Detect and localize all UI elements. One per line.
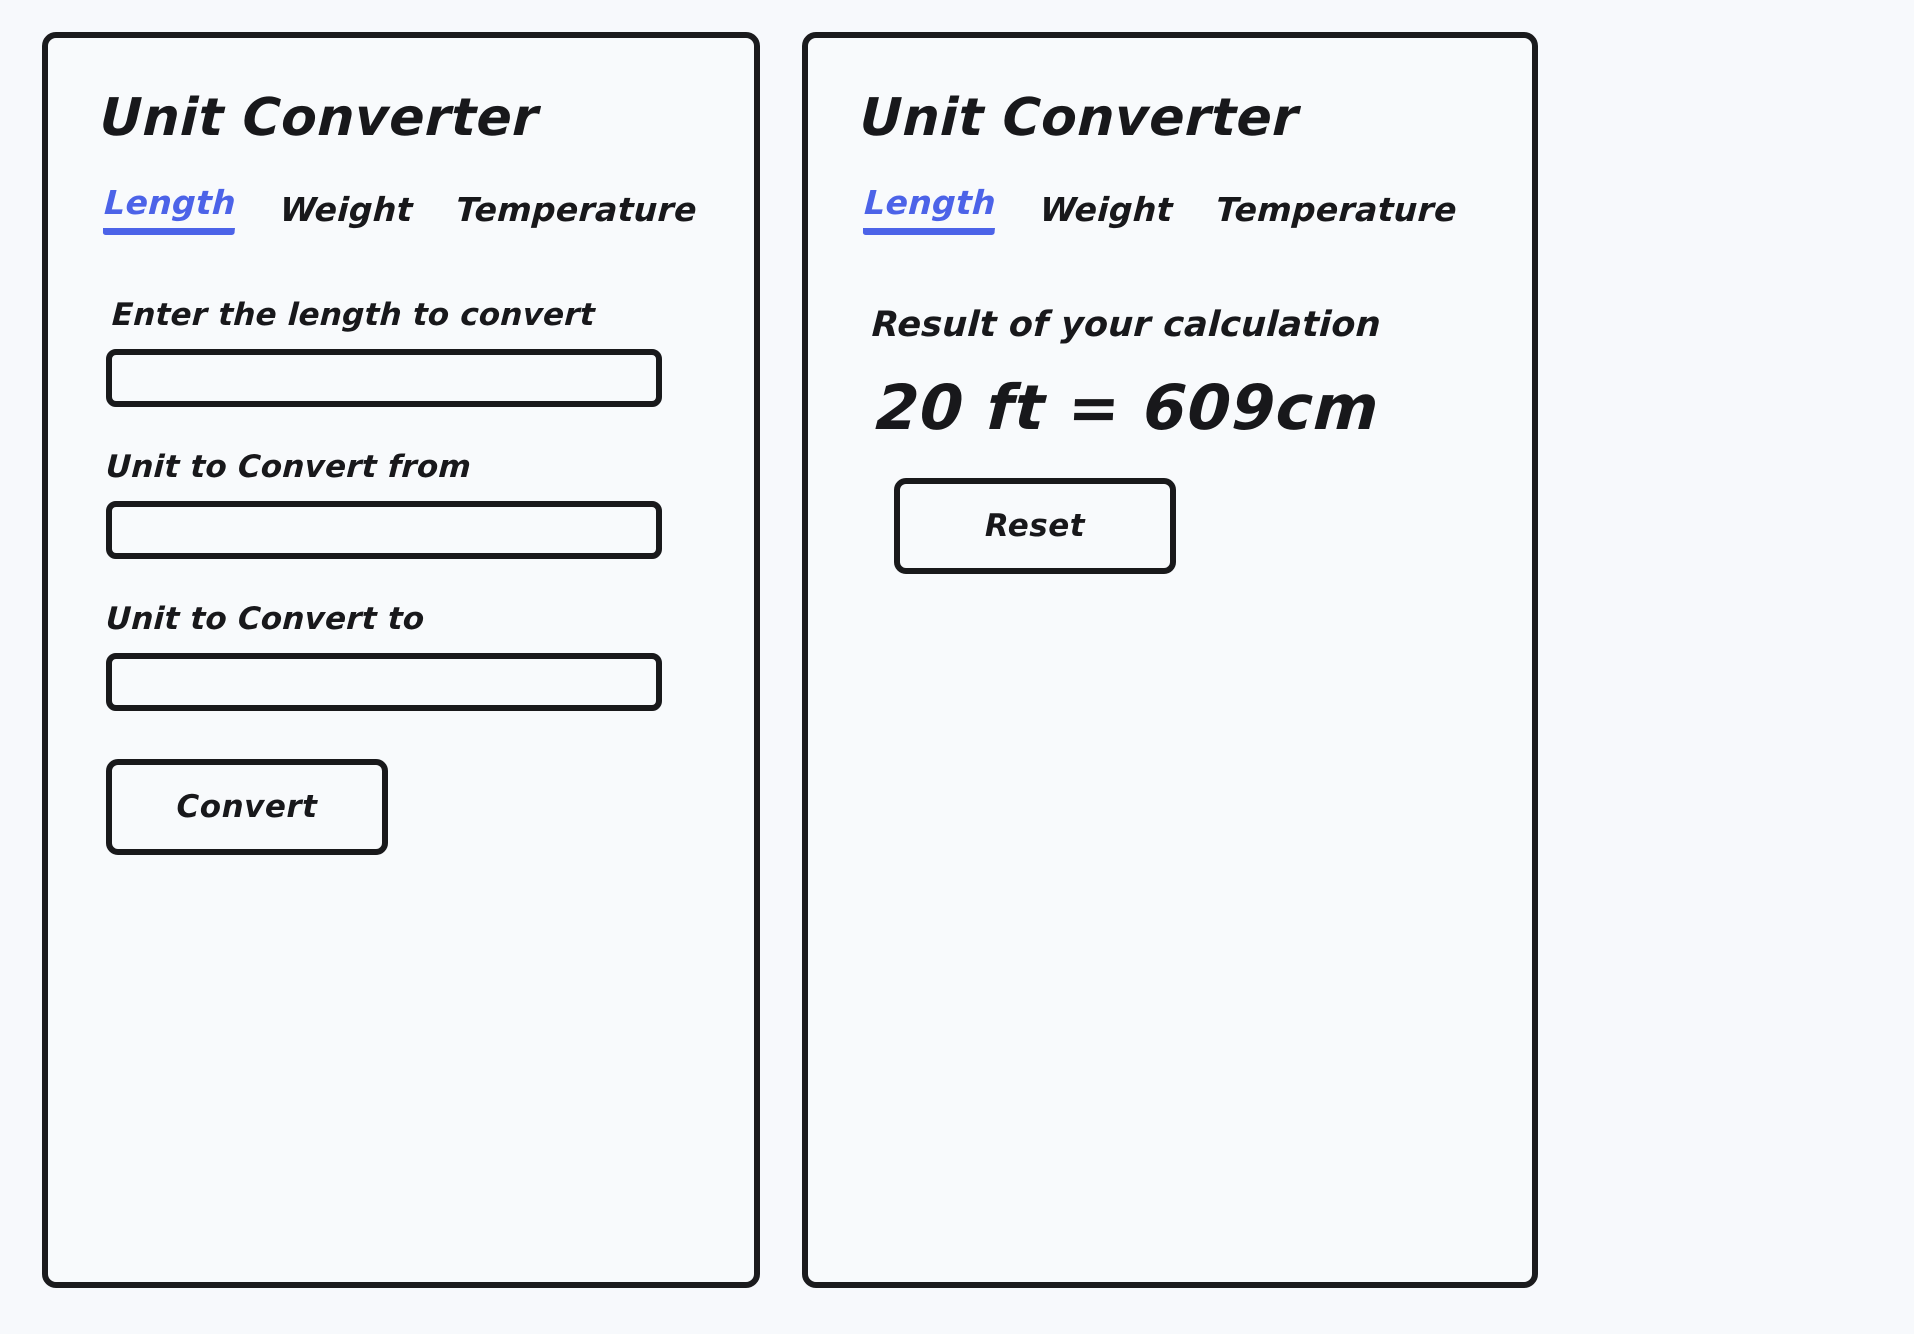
right-panel-content: Unit Converter Length Weight Temperature… xyxy=(808,38,1532,1282)
tab-weight[interactable]: Weight xyxy=(278,190,414,235)
unit-to-input[interactable] xyxy=(106,653,662,712)
left-panel-content: Unit Converter Length Weight Temperature… xyxy=(48,38,754,1282)
page-title-result: Unit Converter xyxy=(858,88,1300,148)
category-tabs-left: Length Weight Temperature xyxy=(102,183,708,236)
result-caption: Result of your calculation xyxy=(870,305,1382,346)
tab-temperature-result[interactable]: Temperature xyxy=(1215,190,1458,235)
length-value-input[interactable] xyxy=(106,349,662,408)
tab-length-result[interactable]: Length xyxy=(862,183,997,236)
reset-button[interactable]: Reset xyxy=(894,478,1176,575)
converter-result-panel: Unit Converter Length Weight Temperature… xyxy=(802,32,1538,1288)
app-canvas: Unit Converter Length Weight Temperature… xyxy=(0,0,1914,1334)
page-title: Unit Converter xyxy=(98,88,540,148)
convert-button[interactable]: Convert xyxy=(106,759,388,856)
unit-from-input[interactable] xyxy=(106,501,662,560)
length-input-label: Enter the length to convert xyxy=(111,297,596,334)
tab-length[interactable]: Length xyxy=(102,183,237,236)
conversion-form: Enter the length to convert Unit to Conv… xyxy=(105,297,708,856)
result-section: Result of your calculation 20 ft = 609cm… xyxy=(870,305,1486,575)
unit-to-label: Unit to Convert to xyxy=(105,601,426,638)
tab-temperature[interactable]: Temperature xyxy=(455,190,698,235)
tab-weight-result[interactable]: Weight xyxy=(1038,190,1174,235)
result-value: 20 ft = 609cm xyxy=(874,371,1382,445)
unit-from-label: Unit to Convert from xyxy=(105,449,472,486)
category-tabs-right: Length Weight Temperature xyxy=(862,183,1486,236)
converter-input-panel: Unit Converter Length Weight Temperature… xyxy=(42,32,760,1288)
